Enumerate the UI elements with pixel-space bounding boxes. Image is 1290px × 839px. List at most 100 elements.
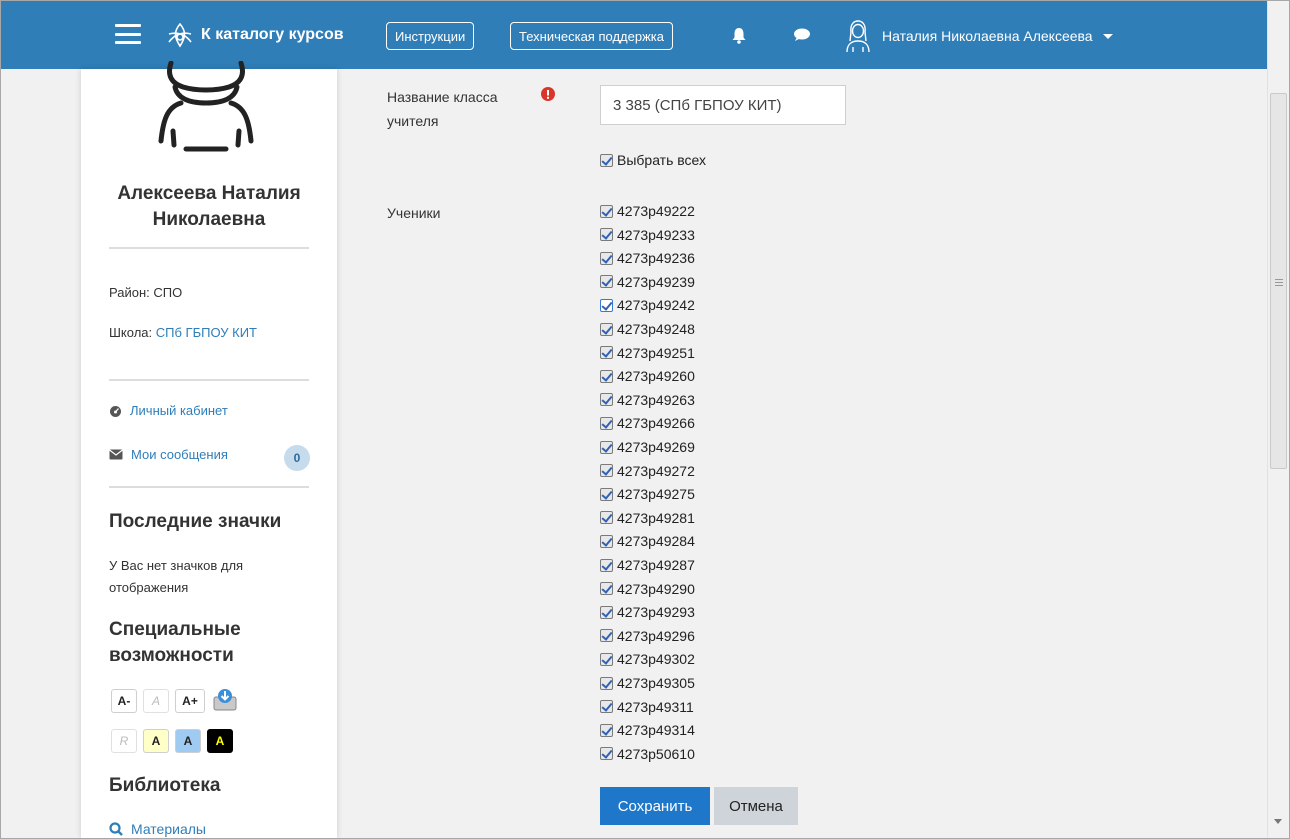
student-checkbox-row[interactable]: 4273p49266 — [600, 412, 695, 434]
checkbox-box[interactable] — [600, 487, 613, 501]
select-all-checkbox[interactable]: Выбрать всех — [600, 149, 706, 171]
student-checkbox-row[interactable]: 4273p49263 — [600, 389, 695, 411]
library-heading: Библиотека — [109, 775, 221, 796]
checkbox-box[interactable] — [600, 700, 613, 714]
catalog-link[interactable]: К каталогу курсов — [167, 21, 344, 49]
accessibility-heading: Специальные возможности — [109, 619, 241, 666]
color-scheme-blue-button[interactable]: A — [175, 729, 201, 753]
checkbox-box[interactable] — [600, 275, 613, 289]
student-label: 4273p49302 — [617, 651, 695, 668]
checkbox-box[interactable] — [600, 153, 613, 167]
checkbox-box[interactable] — [600, 251, 613, 265]
student-checkbox-row[interactable]: 4273p49281 — [600, 507, 695, 529]
chat-icon[interactable] — [793, 28, 811, 42]
student-checkbox-row[interactable]: 4273p49287 — [600, 554, 695, 576]
messages-link[interactable]: Мои сообщения — [109, 447, 228, 462]
divider — [109, 247, 309, 249]
student-checkbox-row[interactable]: 4273p49269 — [600, 436, 695, 458]
student-checkbox-row[interactable]: 4273p49239 — [600, 271, 695, 293]
student-checkbox-row[interactable]: 4273p49314 — [600, 719, 695, 741]
student-checkbox-row[interactable]: 4273p49222 — [600, 200, 695, 222]
student-checkbox-row[interactable]: 4273p49290 — [600, 578, 695, 600]
cancel-button[interactable]: Отмена — [714, 787, 798, 825]
catalog-link-label: К каталогу курсов — [201, 26, 344, 43]
checkbox-box[interactable] — [600, 534, 613, 548]
student-label: 4273p49239 — [617, 273, 695, 290]
color-scheme-black-button[interactable]: A — [207, 729, 233, 753]
checkbox-box[interactable] — [600, 204, 613, 218]
checkbox-box[interactable] — [600, 322, 613, 336]
checkbox-box[interactable] — [600, 511, 613, 525]
checkbox-box[interactable] — [600, 346, 613, 360]
students-label: Ученики — [387, 205, 441, 221]
checkbox-box[interactable] — [600, 605, 613, 619]
student-checkbox-row[interactable]: 4273p49242 — [600, 294, 695, 316]
color-scheme-yellow-button[interactable]: A — [143, 729, 169, 753]
checkbox-box[interactable] — [600, 416, 613, 430]
checkbox-box[interactable] — [600, 440, 613, 454]
grip-icon — [1275, 279, 1283, 288]
font-decrease-button[interactable]: A- — [111, 689, 137, 713]
student-checkbox-row[interactable]: 4273p49284 — [600, 530, 695, 552]
checkbox-box[interactable] — [600, 676, 613, 690]
scrollbar-thumb[interactable] — [1270, 93, 1287, 469]
student-checkbox-row[interactable]: 4273p49293 — [600, 601, 695, 623]
checkbox-box[interactable] — [600, 629, 613, 643]
checkbox-box[interactable] — [600, 393, 613, 407]
user-avatar-icon — [846, 20, 870, 53]
checkbox-box[interactable] — [600, 464, 613, 478]
browser-frame: К каталогу курсов Инструкции Техническая… — [0, 0, 1290, 839]
materials-link[interactable]: Материалы — [109, 821, 206, 837]
bell-icon[interactable] — [731, 27, 747, 44]
student-checkbox-row[interactable]: 4273p49302 — [600, 648, 695, 670]
student-label: 4273p49296 — [617, 627, 695, 644]
student-checkbox-row[interactable]: 4273p49248 — [600, 318, 695, 340]
student-checkbox-row[interactable]: 4273p49272 — [600, 460, 695, 482]
class-name-input[interactable]: 3 385 (СПб ГБПОУ КИТ) — [600, 85, 846, 125]
envelope-icon — [109, 449, 123, 460]
checkbox-box[interactable] — [600, 369, 613, 383]
student-label: 4273p49281 — [617, 509, 695, 526]
cabinet-link[interactable]: Личный кабинет — [109, 403, 228, 418]
student-checkbox-row[interactable]: 4273p49233 — [600, 224, 695, 246]
dashboard-icon — [110, 405, 121, 417]
font-reset-button[interactable]: A — [143, 689, 169, 713]
checkbox-box[interactable] — [600, 298, 613, 312]
student-checkbox-row[interactable]: 4273p49236 — [600, 247, 695, 269]
checkbox-box[interactable] — [600, 652, 613, 666]
student-checkbox-row[interactable]: 4273p49311 — [600, 696, 694, 718]
support-button[interactable]: Техническая поддержка — [510, 22, 673, 50]
school-link[interactable]: СПб ГБПОУ КИТ — [156, 325, 257, 340]
divider — [109, 486, 309, 488]
instructions-button[interactable]: Инструкции — [386, 22, 475, 50]
student-label: 4273p49236 — [617, 250, 695, 267]
student-checkbox-row[interactable]: 4273p49251 — [600, 342, 695, 364]
font-increase-button[interactable]: A+ — [175, 689, 205, 713]
cabinet-link-label: Личный кабинет — [130, 403, 228, 418]
checkbox-box[interactable] — [600, 228, 613, 242]
save-settings-icon[interactable] — [211, 686, 239, 714]
student-checkbox-row[interactable]: 4273p49296 — [600, 625, 695, 647]
student-checkbox-row[interactable]: 4273p49305 — [600, 672, 695, 694]
user-menu[interactable]: Наталия Николаевна Алексеева — [844, 19, 1113, 53]
student-label: 4273p49311 — [617, 698, 694, 715]
student-label: 4273p49287 — [617, 557, 695, 573]
color-reset-button[interactable]: R — [111, 729, 137, 753]
badges-empty-text: У Вас нет значков для отображения — [109, 558, 244, 595]
menu-icon[interactable] — [115, 24, 141, 44]
student-label: 4273p49269 — [617, 439, 695, 455]
page-scrollbar[interactable] — [1267, 1, 1289, 838]
save-button[interactable]: Сохранить — [600, 787, 710, 825]
top-navbar: К каталогу курсов Инструкции Техническая… — [1, 1, 1267, 69]
checkbox-box[interactable] — [600, 582, 613, 596]
scroll-down-arrow-icon[interactable] — [1274, 819, 1282, 824]
checkbox-box[interactable] — [600, 723, 613, 737]
messages-count-badge: 0 — [284, 445, 310, 471]
checkbox-box[interactable] — [600, 558, 613, 572]
checkbox-box[interactable] — [600, 747, 613, 761]
student-label: 4273p49248 — [617, 321, 695, 337]
student-checkbox-row[interactable]: 4273p49275 — [600, 483, 695, 505]
student-checkbox-row[interactable]: 4273p50610 — [600, 743, 695, 765]
school-row: Школа: СПб ГБПОУ КИТ — [109, 325, 257, 340]
student-checkbox-row[interactable]: 4273p49260 — [600, 365, 695, 387]
